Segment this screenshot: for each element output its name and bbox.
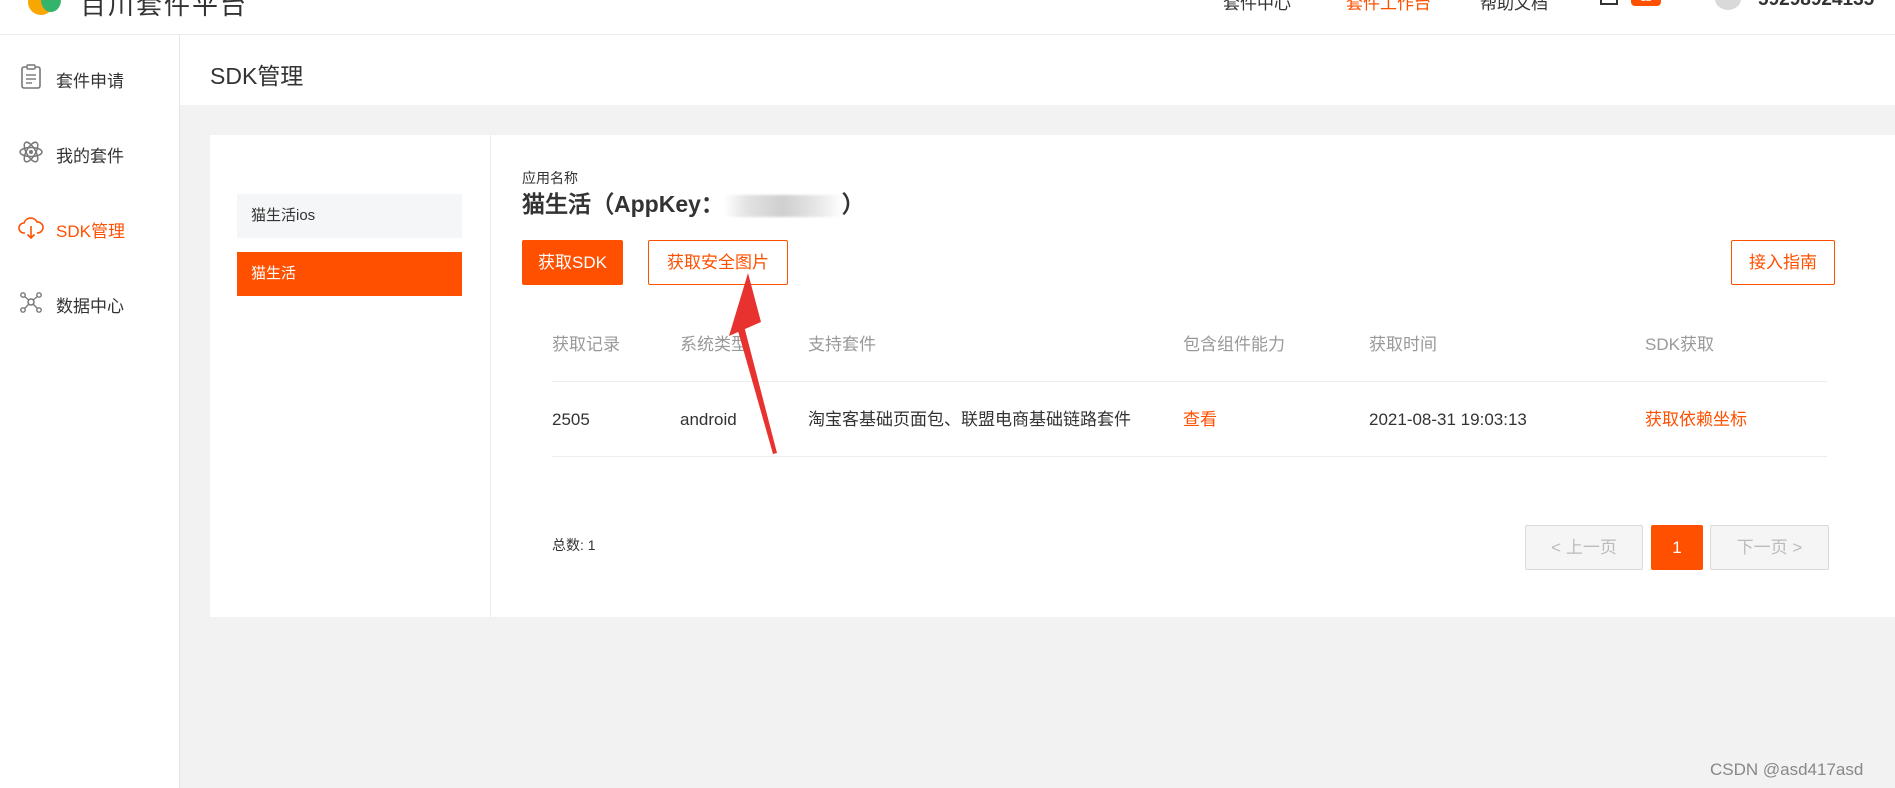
prev-page-button[interactable]: < 上一页: [1525, 525, 1643, 570]
username[interactable]: 59298924135: [1758, 0, 1874, 10]
app-list: 猫生活ios 猫生活: [210, 135, 491, 617]
column-header: 获取记录: [552, 335, 620, 354]
system-type: android: [680, 410, 737, 429]
sidebar-item-data-center[interactable]: 数据中心: [0, 281, 180, 321]
app-item-android[interactable]: 猫生活: [237, 252, 462, 296]
cloud-download-icon: [18, 217, 44, 240]
notification-badge: 12: [1631, 0, 1661, 6]
sidebar: 套件申请 我的套件 SDK管理 数据中心: [0, 35, 180, 788]
avatar[interactable]: [1715, 0, 1741, 10]
column-header: 获取时间: [1369, 335, 1437, 354]
watermark: CSDN @asd417asd: [1710, 760, 1864, 779]
sidebar-item-label: 数据中心: [56, 297, 124, 316]
sidebar-item-label: 我的套件: [56, 147, 124, 166]
sidebar-item-label: 套件申请: [56, 72, 124, 91]
fetch-time: 2021-08-31 19:03:13: [1369, 410, 1527, 429]
atom-icon: [19, 141, 43, 163]
top-bar: 百川套件平台 套件中心 套件工作台 帮助文档 12 59298924135: [0, 0, 1895, 35]
column-header: SDK获取: [1645, 335, 1714, 354]
app-detail: 应用名称 猫生活（AppKey：） 获取SDK 获取安全图片 接入指南 获取记录…: [491, 135, 1895, 617]
network-icon: [20, 292, 42, 313]
nav-kit-workbench[interactable]: 套件工作台: [1346, 0, 1431, 14]
clipboard-icon: [21, 64, 41, 89]
sidebar-item-kit-apply[interactable]: 套件申请: [0, 56, 180, 96]
nav-help-docs[interactable]: 帮助文档: [1480, 0, 1548, 14]
column-header: 包含组件能力: [1183, 335, 1285, 354]
view-ability-link[interactable]: 查看: [1183, 382, 1217, 457]
brand-logo-icon: [28, 0, 61, 15]
redacted-appkey: [723, 194, 842, 217]
page-header: SDK管理: [180, 35, 1895, 105]
table-row: 2505 android 淘宝客基础页面包、联盟电商基础链路套件 查看 2021…: [552, 382, 1827, 457]
app-name: 猫生活（AppKey：）: [522, 191, 865, 217]
total-count: 总数: 1: [552, 537, 596, 553]
next-page-button[interactable]: 下一页 >: [1710, 525, 1829, 570]
sidebar-item-label: SDK管理: [56, 222, 125, 241]
sidebar-item-sdk-management[interactable]: SDK管理: [0, 206, 180, 246]
column-header: 支持套件: [808, 335, 876, 354]
supported-kits: 淘宝客基础页面包、联盟电商基础链路套件: [808, 410, 1131, 429]
column-header: 系统类型: [680, 335, 748, 354]
get-sdk-button[interactable]: 获取SDK: [522, 240, 623, 285]
nav-kit-center[interactable]: 套件中心: [1223, 0, 1291, 14]
brand-name[interactable]: 百川套件平台: [80, 0, 248, 20]
integration-guide-button[interactable]: 接入指南: [1731, 240, 1835, 285]
app-item-ios[interactable]: 猫生活ios: [237, 194, 462, 238]
record-id: 2505: [552, 410, 590, 429]
sidebar-item-my-kits[interactable]: 我的套件: [0, 131, 180, 171]
get-dependency-link[interactable]: 获取依赖坐标: [1645, 382, 1747, 457]
current-page-button[interactable]: 1: [1651, 525, 1703, 570]
bell-icon[interactable]: [1597, 0, 1621, 10]
main-card: 猫生活ios 猫生活 应用名称 猫生活（AppKey：） 获取SDK 获取安全图…: [210, 135, 1895, 617]
table-header-row: 获取记录 系统类型 支持套件 包含组件能力 获取时间 SDK获取: [552, 307, 1827, 382]
get-security-image-button[interactable]: 获取安全图片: [648, 240, 788, 285]
page-title: SDK管理: [210, 63, 304, 89]
